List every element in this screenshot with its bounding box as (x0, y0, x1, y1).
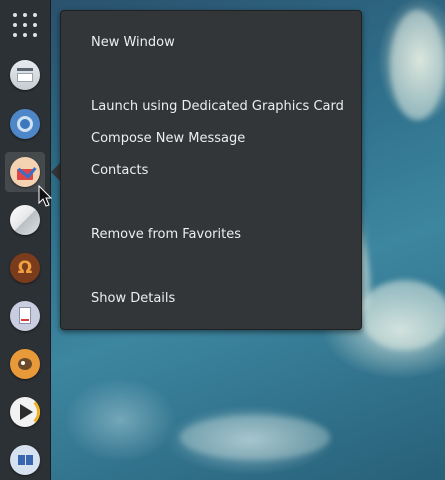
dock-item-remote-desktop[interactable] (5, 440, 45, 480)
remote-desktop-icon (10, 445, 40, 475)
menu-item-show-details[interactable]: Show Details (91, 288, 175, 310)
dock-item-gimp[interactable] (5, 344, 45, 384)
disk-app-icon (10, 205, 40, 235)
show-applications-icon[interactable] (13, 13, 37, 37)
mouse-pointer-icon (38, 185, 53, 207)
menu-item-new-window[interactable]: New Window (91, 32, 175, 54)
dock-item-document-viewer[interactable] (5, 296, 45, 336)
app-context-menu: New Window Launch using Dedicated Graphi… (60, 10, 362, 330)
omega-app-icon: Ω (10, 253, 40, 283)
menu-item-contacts[interactable]: Contacts (91, 160, 148, 182)
mail-app-icon (10, 157, 40, 187)
dock-item-media-player[interactable] (5, 392, 45, 432)
files-app-icon (10, 60, 40, 90)
dock-item-chromium[interactable] (5, 104, 45, 144)
gimp-app-icon (10, 349, 40, 379)
menu-item-launch-dedicated-gpu[interactable]: Launch using Dedicated Graphics Card (91, 96, 344, 118)
menu-item-remove-from-favorites[interactable]: Remove from Favorites (91, 224, 241, 246)
menu-item-compose-new-message[interactable]: Compose New Message (91, 128, 245, 150)
dock-item-omega[interactable]: Ω (5, 248, 45, 288)
chromium-browser-icon (10, 109, 40, 139)
dock: Ω (0, 0, 51, 480)
document-viewer-icon (10, 301, 40, 331)
media-player-icon (10, 397, 40, 427)
dock-item-files[interactable] (5, 55, 45, 95)
